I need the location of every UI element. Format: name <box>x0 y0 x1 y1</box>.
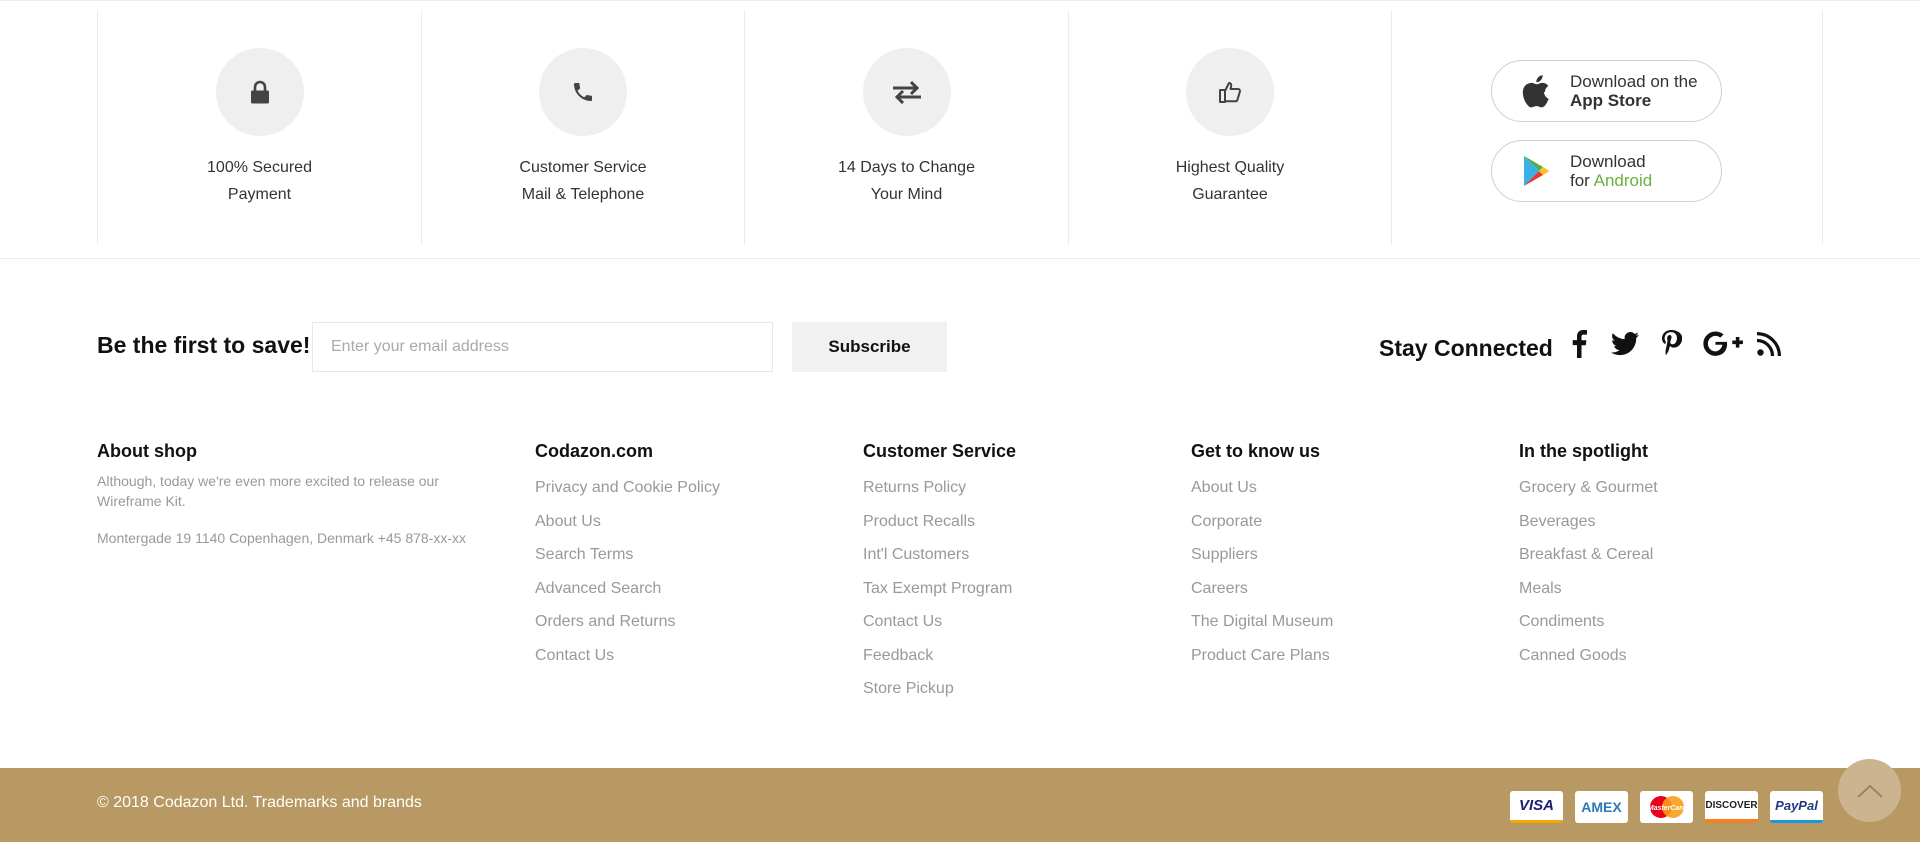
rss-icon[interactable] <box>1756 326 1782 362</box>
app-download-cell <box>1391 10 1823 245</box>
feature-line1: 100% Secured <box>207 159 312 176</box>
google-play-line1: Download <box>1570 152 1646 171</box>
feature-quality: Highest Quality Guarantee <box>1068 10 1391 245</box>
paypal-icon: PayPal <box>1770 791 1823 823</box>
google-play-line2: for Android <box>1570 171 1652 190</box>
column-title: Customer Service <box>863 441 1017 461</box>
footer-link[interactable]: Contact Us <box>535 639 720 673</box>
app-store-button[interactable]: Download on the App Store <box>1491 60 1722 122</box>
footer-link[interactable]: Beverages <box>1519 505 1658 539</box>
exchange-arrows-icon <box>862 48 951 136</box>
footer-link[interactable]: Meals <box>1519 572 1658 606</box>
google-play-prefix: for <box>1570 171 1594 190</box>
column-title: In the spotlight <box>1519 441 1648 461</box>
feature-customer-service: Customer Service Mail & Telephone <box>421 10 744 245</box>
feature-line2: Your Mind <box>870 186 943 203</box>
feature-secure-payment: 100% Secured Payment <box>97 10 421 245</box>
footer-link[interactable]: Grocery & Gourmet <box>1519 471 1658 505</box>
thumbs-up-icon <box>1186 48 1274 136</box>
lock-icon <box>215 48 304 136</box>
footer-link[interactable]: Int'l Customers <box>863 538 1016 572</box>
chevron-up-icon <box>1856 784 1883 798</box>
amex-icon: AMEX <box>1575 791 1628 823</box>
footer-link[interactable]: The Digital Museum <box>1191 605 1333 639</box>
google-plus-icon[interactable] <box>1702 326 1746 362</box>
footer-link[interactable]: Privacy and Cookie Policy <box>535 471 720 505</box>
subscribe-button[interactable]: Subscribe <box>792 322 947 372</box>
copyright-text: © 2018 Codazon Ltd. Trademarks and brand… <box>97 794 422 811</box>
footer-link[interactable]: Condiments <box>1519 605 1658 639</box>
column-title: Codazon.com <box>535 441 654 461</box>
footer-link[interactable]: Product Recalls <box>863 505 1016 539</box>
google-play-android: Android <box>1593 171 1653 190</box>
stay-connected-title: Stay Connected <box>1379 335 1553 361</box>
payment-label: DISCOVER <box>1705 799 1758 811</box>
feature-line2: Payment <box>227 186 292 203</box>
footer-link[interactable]: About Us <box>1191 471 1333 505</box>
footer-link[interactable]: Feedback <box>863 639 1016 673</box>
footer-link[interactable]: Breakfast & Cereal <box>1519 538 1658 572</box>
feature-line1: Highest Quality <box>1175 159 1285 176</box>
feature-line2: Guarantee <box>1192 186 1268 203</box>
footer-link[interactable]: Contact Us <box>863 605 1016 639</box>
feature-line1: 14 Days to Change <box>838 159 975 176</box>
footer-link[interactable]: Suppliers <box>1191 538 1333 572</box>
footer-link[interactable]: Canned Goods <box>1519 639 1658 673</box>
google-play-icon <box>1516 155 1556 187</box>
codazon-column: Codazon.com Privacy and Cookie Policy Ab… <box>535 441 720 672</box>
feature-line1: Customer Service <box>519 159 647 176</box>
payment-label: VISA <box>1518 797 1554 814</box>
payment-label: AMEX <box>1581 799 1622 815</box>
about-shop-column: About shop Although, today we're even mo… <box>97 441 497 546</box>
back-to-top-button[interactable] <box>1838 759 1901 822</box>
feature-change-mind: 14 Days to Change Your Mind <box>744 10 1068 245</box>
app-store-line1: Download on the <box>1570 72 1698 91</box>
feature-line2: Mail & Telephone <box>521 186 645 203</box>
about-shop-text: Although, today we're even more excited … <box>97 473 439 509</box>
apple-icon <box>1516 74 1556 108</box>
footer-bottom-bar: © 2018 Codazon Ltd. Trademarks and brand… <box>0 768 1920 842</box>
footer-link[interactable]: Returns Policy <box>863 471 1016 505</box>
facebook-icon[interactable] <box>1566 326 1592 362</box>
phone-icon <box>539 48 627 136</box>
visa-icon: VISA <box>1510 791 1563 823</box>
email-input[interactable] <box>312 322 773 372</box>
footer-link[interactable]: Store Pickup <box>863 672 1016 706</box>
get-to-know-us-column: Get to know us About Us Corporate Suppli… <box>1191 441 1333 672</box>
footer-link[interactable]: Orders and Returns <box>535 605 720 639</box>
footer-link[interactable]: Careers <box>1191 572 1333 606</box>
about-shop-title: About shop <box>97 441 197 461</box>
footer-link[interactable]: Advanced Search <box>535 572 720 606</box>
footer-link[interactable]: About Us <box>535 505 720 539</box>
footer-link[interactable]: Corporate <box>1191 505 1333 539</box>
about-shop-address: Montergade 19 1140 Copenhagen, Denmark +… <box>97 530 467 546</box>
newsletter-title: Be the first to save! <box>97 332 311 358</box>
footer-link[interactable]: Search Terms <box>535 538 720 572</box>
mastercard-icon: MasterCard <box>1640 791 1693 823</box>
footer-link[interactable]: Tax Exempt Program <box>863 572 1016 606</box>
footer-link[interactable]: Product Care Plans <box>1191 639 1333 673</box>
discover-icon: DISCOVER <box>1705 791 1758 823</box>
customer-service-column: Customer Service Returns Policy Product … <box>863 441 1016 706</box>
spotlight-column: In the spotlight Grocery & Gourmet Bever… <box>1519 441 1658 672</box>
payment-label: PayPal <box>1775 798 1818 813</box>
column-title: Get to know us <box>1191 441 1321 461</box>
features-strip: 100% Secured Payment Customer Service Ma… <box>0 0 1920 259</box>
pinterest-icon[interactable] <box>1660 326 1684 362</box>
twitter-icon[interactable] <box>1609 326 1641 362</box>
app-store-line2: App Store <box>1570 91 1652 110</box>
payment-label: MasterCard <box>1647 805 1686 812</box>
google-play-button[interactable]: Download for Android <box>1491 140 1722 202</box>
